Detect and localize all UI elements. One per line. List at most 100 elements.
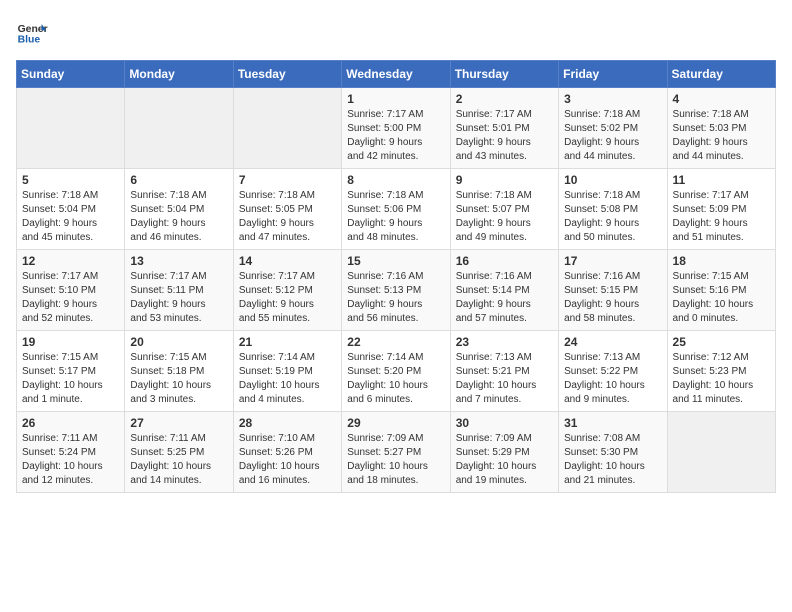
- calendar-cell: 27Sunrise: 7:11 AM Sunset: 5:25 PM Dayli…: [125, 412, 233, 493]
- calendar-cell: 18 Sunrise: 7:15 AM Sunset: 5:16 PM Dayli…: [667, 250, 775, 331]
- day-info: Sunrise: 7:16 AM Sunset: 5:13 PM Dayligh…: [347, 270, 444, 326]
- calendar-cell: 14 Sunrise: 7:17 AM Sunset: 5:12 PM Dayli…: [233, 250, 341, 331]
- day-number: 24: [564, 335, 661, 349]
- day-info: Sunrise: 7:18 AM Sunset: 5:07 PM Dayligh…: [456, 189, 553, 245]
- calendar-week-row: 5 Sunrise: 7:18 AM Sunset: 5:04 PM Daylig…: [17, 169, 776, 250]
- calendar-cell: 12Sunrise: 7:17 AM Sunset: 5:10 PM Dayli…: [17, 250, 125, 331]
- day-number: 25: [673, 335, 770, 349]
- day-number: 29: [347, 416, 444, 430]
- logo: General Blue: [16, 16, 48, 48]
- day-info: Sunrise: 7:17 AM Sunset: 5:09 PM Dayligh…: [673, 189, 770, 245]
- day-number: 14: [239, 254, 336, 268]
- day-info: Sunrise: 7:18 AM Sunset: 5:05 PM Dayligh…: [239, 189, 336, 245]
- calendar-cell: 11 Sunrise: 7:17 AM Sunset: 5:09 PM Dayli…: [667, 169, 775, 250]
- page-header: General Blue: [16, 16, 776, 48]
- calendar-cell: 13 Sunrise: 7:17 AM Sunset: 5:11 PM Dayli…: [125, 250, 233, 331]
- day-number: 6: [130, 173, 227, 187]
- calendar-cell: 3 Sunrise: 7:18 AM Sunset: 5:02 PM Daylig…: [559, 88, 667, 169]
- calendar-table: SundayMondayTuesdayWednesdayThursdayFrid…: [16, 60, 776, 493]
- day-info: Sunrise: 7:08 AM Sunset: 5:30 PM Dayligh…: [564, 432, 661, 488]
- weekday-header-thursday: Thursday: [450, 61, 558, 88]
- weekday-header-tuesday: Tuesday: [233, 61, 341, 88]
- day-number: 26: [22, 416, 119, 430]
- day-info: Sunrise: 7:18 AM Sunset: 5:03 PM Dayligh…: [673, 108, 770, 164]
- calendar-cell: 15Sunrise: 7:16 AM Sunset: 5:13 PM Dayli…: [342, 250, 450, 331]
- calendar-cell: 26 Sunrise: 7:11 AM Sunset: 5:24 PM Dayli…: [17, 412, 125, 493]
- calendar-cell: 22Sunrise: 7:14 AM Sunset: 5:20 PM Dayli…: [342, 331, 450, 412]
- day-number: 5: [22, 173, 119, 187]
- calendar-cell: [233, 88, 341, 169]
- day-info: Sunrise: 7:17 AM Sunset: 5:01 PM Dayligh…: [456, 108, 553, 164]
- svg-text:Blue: Blue: [18, 34, 41, 45]
- day-info: Sunrise: 7:17 AM Sunset: 5:12 PM Dayligh…: [239, 270, 336, 326]
- calendar-cell: 20 Sunrise: 7:15 AM Sunset: 5:18 PM Dayli…: [125, 331, 233, 412]
- calendar-cell: 17 Sunrise: 7:16 AM Sunset: 5:15 PM Dayli…: [559, 250, 667, 331]
- calendar-cell: 30 Sunrise: 7:09 AM Sunset: 5:29 PM Dayli…: [450, 412, 558, 493]
- calendar-cell: 25Sunrise: 7:12 AM Sunset: 5:23 PM Dayli…: [667, 331, 775, 412]
- day-number: 13: [130, 254, 227, 268]
- day-number: 11: [673, 173, 770, 187]
- calendar-week-row: 12Sunrise: 7:17 AM Sunset: 5:10 PM Dayli…: [17, 250, 776, 331]
- day-info: Sunrise: 7:15 AM Sunset: 5:17 PM Dayligh…: [22, 351, 119, 407]
- day-number: 9: [456, 173, 553, 187]
- day-info: Sunrise: 7:18 AM Sunset: 5:04 PM Dayligh…: [22, 189, 119, 245]
- day-number: 3: [564, 92, 661, 106]
- day-number: 21: [239, 335, 336, 349]
- day-number: 17: [564, 254, 661, 268]
- weekday-header-sunday: Sunday: [17, 61, 125, 88]
- day-info: Sunrise: 7:15 AM Sunset: 5:18 PM Dayligh…: [130, 351, 227, 407]
- day-number: 4: [673, 92, 770, 106]
- calendar-cell: 1Sunrise: 7:17 AM Sunset: 5:00 PM Daylig…: [342, 88, 450, 169]
- day-number: 30: [456, 416, 553, 430]
- weekday-header-saturday: Saturday: [667, 61, 775, 88]
- day-info: Sunrise: 7:18 AM Sunset: 5:04 PM Dayligh…: [130, 189, 227, 245]
- weekday-header-row: SundayMondayTuesdayWednesdayThursdayFrid…: [17, 61, 776, 88]
- calendar-cell: 2 Sunrise: 7:17 AM Sunset: 5:01 PM Daylig…: [450, 88, 558, 169]
- day-info: Sunrise: 7:16 AM Sunset: 5:14 PM Dayligh…: [456, 270, 553, 326]
- calendar-cell: 8 Sunrise: 7:18 AM Sunset: 5:06 PM Daylig…: [342, 169, 450, 250]
- day-info: Sunrise: 7:09 AM Sunset: 5:29 PM Dayligh…: [456, 432, 553, 488]
- day-number: 12: [22, 254, 119, 268]
- logo-icon: General Blue: [16, 16, 48, 48]
- day-info: Sunrise: 7:09 AM Sunset: 5:27 PM Dayligh…: [347, 432, 444, 488]
- calendar-cell: 23 Sunrise: 7:13 AM Sunset: 5:21 PM Dayli…: [450, 331, 558, 412]
- day-number: 18: [673, 254, 770, 268]
- day-number: 23: [456, 335, 553, 349]
- day-number: 27: [130, 416, 227, 430]
- day-info: Sunrise: 7:16 AM Sunset: 5:15 PM Dayligh…: [564, 270, 661, 326]
- calendar-week-row: 1Sunrise: 7:17 AM Sunset: 5:00 PM Daylig…: [17, 88, 776, 169]
- calendar-cell: 21Sunrise: 7:14 AM Sunset: 5:19 PM Dayli…: [233, 331, 341, 412]
- day-number: 31: [564, 416, 661, 430]
- day-number: 2: [456, 92, 553, 106]
- day-number: 28: [239, 416, 336, 430]
- calendar-cell: 10 Sunrise: 7:18 AM Sunset: 5:08 PM Dayli…: [559, 169, 667, 250]
- calendar-cell: 31 Sunrise: 7:08 AM Sunset: 5:30 PM Dayli…: [559, 412, 667, 493]
- day-info: Sunrise: 7:18 AM Sunset: 5:08 PM Dayligh…: [564, 189, 661, 245]
- day-info: Sunrise: 7:14 AM Sunset: 5:20 PM Dayligh…: [347, 351, 444, 407]
- calendar-cell: 7Sunrise: 7:18 AM Sunset: 5:05 PM Daylig…: [233, 169, 341, 250]
- weekday-header-wednesday: Wednesday: [342, 61, 450, 88]
- day-info: Sunrise: 7:18 AM Sunset: 5:06 PM Dayligh…: [347, 189, 444, 245]
- calendar-cell: 19Sunrise: 7:15 AM Sunset: 5:17 PM Dayli…: [17, 331, 125, 412]
- day-info: Sunrise: 7:13 AM Sunset: 5:21 PM Dayligh…: [456, 351, 553, 407]
- day-number: 10: [564, 173, 661, 187]
- day-info: Sunrise: 7:17 AM Sunset: 5:11 PM Dayligh…: [130, 270, 227, 326]
- day-number: 16: [456, 254, 553, 268]
- day-info: Sunrise: 7:10 AM Sunset: 5:26 PM Dayligh…: [239, 432, 336, 488]
- day-info: Sunrise: 7:11 AM Sunset: 5:24 PM Dayligh…: [22, 432, 119, 488]
- weekday-header-friday: Friday: [559, 61, 667, 88]
- day-info: Sunrise: 7:18 AM Sunset: 5:02 PM Dayligh…: [564, 108, 661, 164]
- calendar-cell: [17, 88, 125, 169]
- day-info: Sunrise: 7:13 AM Sunset: 5:22 PM Dayligh…: [564, 351, 661, 407]
- calendar-cell: 4 Sunrise: 7:18 AM Sunset: 5:03 PM Daylig…: [667, 88, 775, 169]
- day-number: 8: [347, 173, 444, 187]
- day-info: Sunrise: 7:15 AM Sunset: 5:16 PM Dayligh…: [673, 270, 770, 326]
- calendar-cell: [667, 412, 775, 493]
- calendar-cell: 5 Sunrise: 7:18 AM Sunset: 5:04 PM Daylig…: [17, 169, 125, 250]
- calendar-cell: 9 Sunrise: 7:18 AM Sunset: 5:07 PM Daylig…: [450, 169, 558, 250]
- day-number: 20: [130, 335, 227, 349]
- calendar-week-row: 26 Sunrise: 7:11 AM Sunset: 5:24 PM Dayli…: [17, 412, 776, 493]
- calendar-cell: 29 Sunrise: 7:09 AM Sunset: 5:27 PM Dayli…: [342, 412, 450, 493]
- day-info: Sunrise: 7:17 AM Sunset: 5:00 PM Dayligh…: [347, 108, 444, 164]
- calendar-cell: 6 Sunrise: 7:18 AM Sunset: 5:04 PM Daylig…: [125, 169, 233, 250]
